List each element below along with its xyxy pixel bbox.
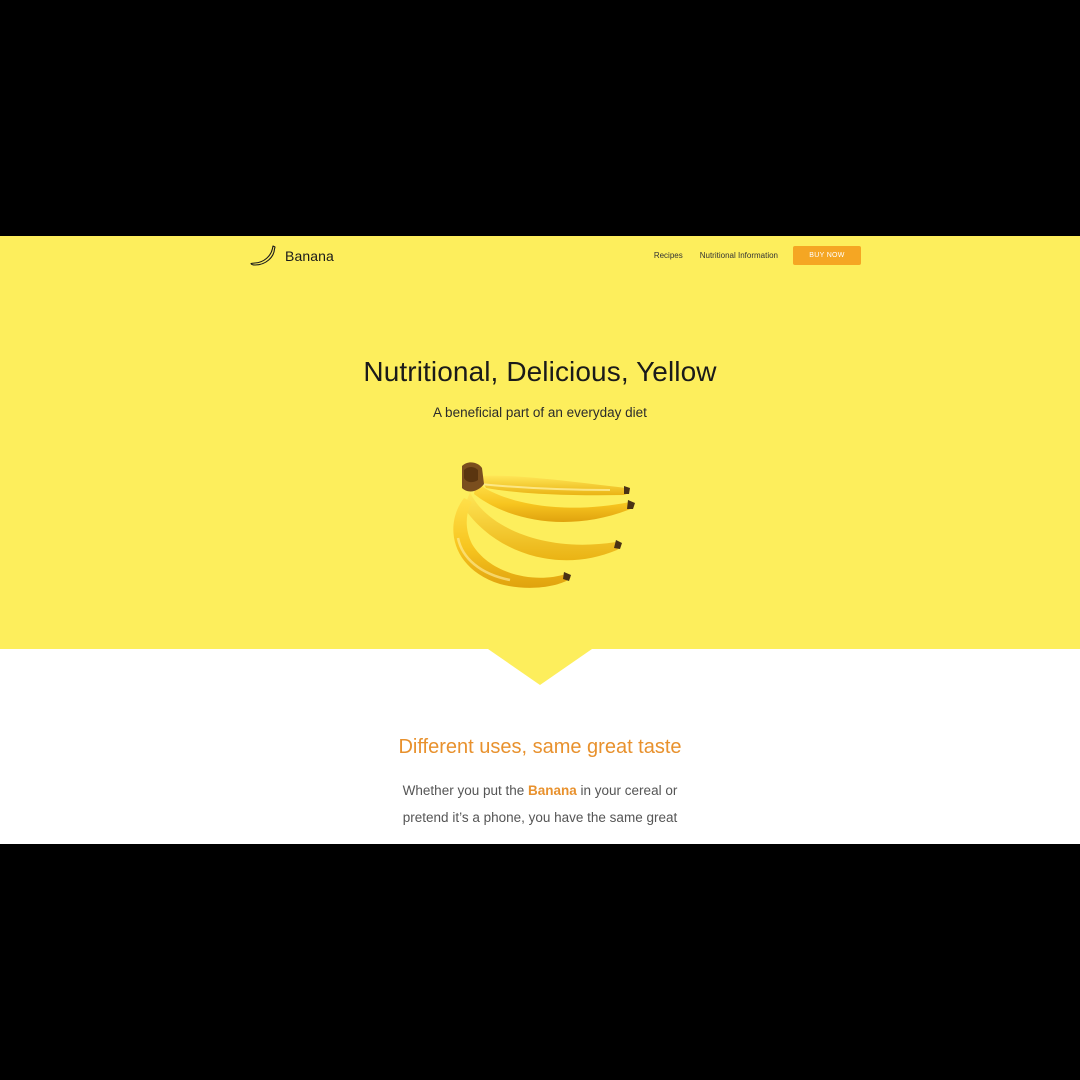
nav-link-recipes[interactable]: Recipes xyxy=(654,251,683,260)
hero-section: Banana Recipes Nutritional Information B… xyxy=(0,236,1080,649)
section-title: Different uses, same great taste xyxy=(398,736,682,758)
top-nav: Recipes Nutritional Information BUY NOW xyxy=(654,246,861,265)
letterbox-bottom xyxy=(0,844,1080,1080)
hero-title: Nutritional, Delicious, Yellow xyxy=(363,356,717,387)
hero-subtitle: A beneficial part of an everyday diet xyxy=(433,405,647,420)
section-body-lead: Whether you put the xyxy=(402,783,528,798)
banana-highlight: Banana xyxy=(528,783,577,798)
nav-link-nutritional-information[interactable]: Nutritional Information xyxy=(700,251,778,260)
website-screen: Banana Recipes Nutritional Information B… xyxy=(0,236,1080,844)
hero-pointer-arrow xyxy=(488,649,592,685)
banana-outline-icon xyxy=(250,245,276,266)
section-body: Whether you put the Banana in your cerea… xyxy=(390,777,690,831)
letterbox-top xyxy=(0,0,1080,236)
banana-bunch-image xyxy=(453,462,635,588)
brand-name: Banana xyxy=(285,248,334,264)
brand-logo[interactable]: Banana xyxy=(250,242,334,270)
buy-now-button[interactable]: BUY NOW xyxy=(793,246,861,265)
